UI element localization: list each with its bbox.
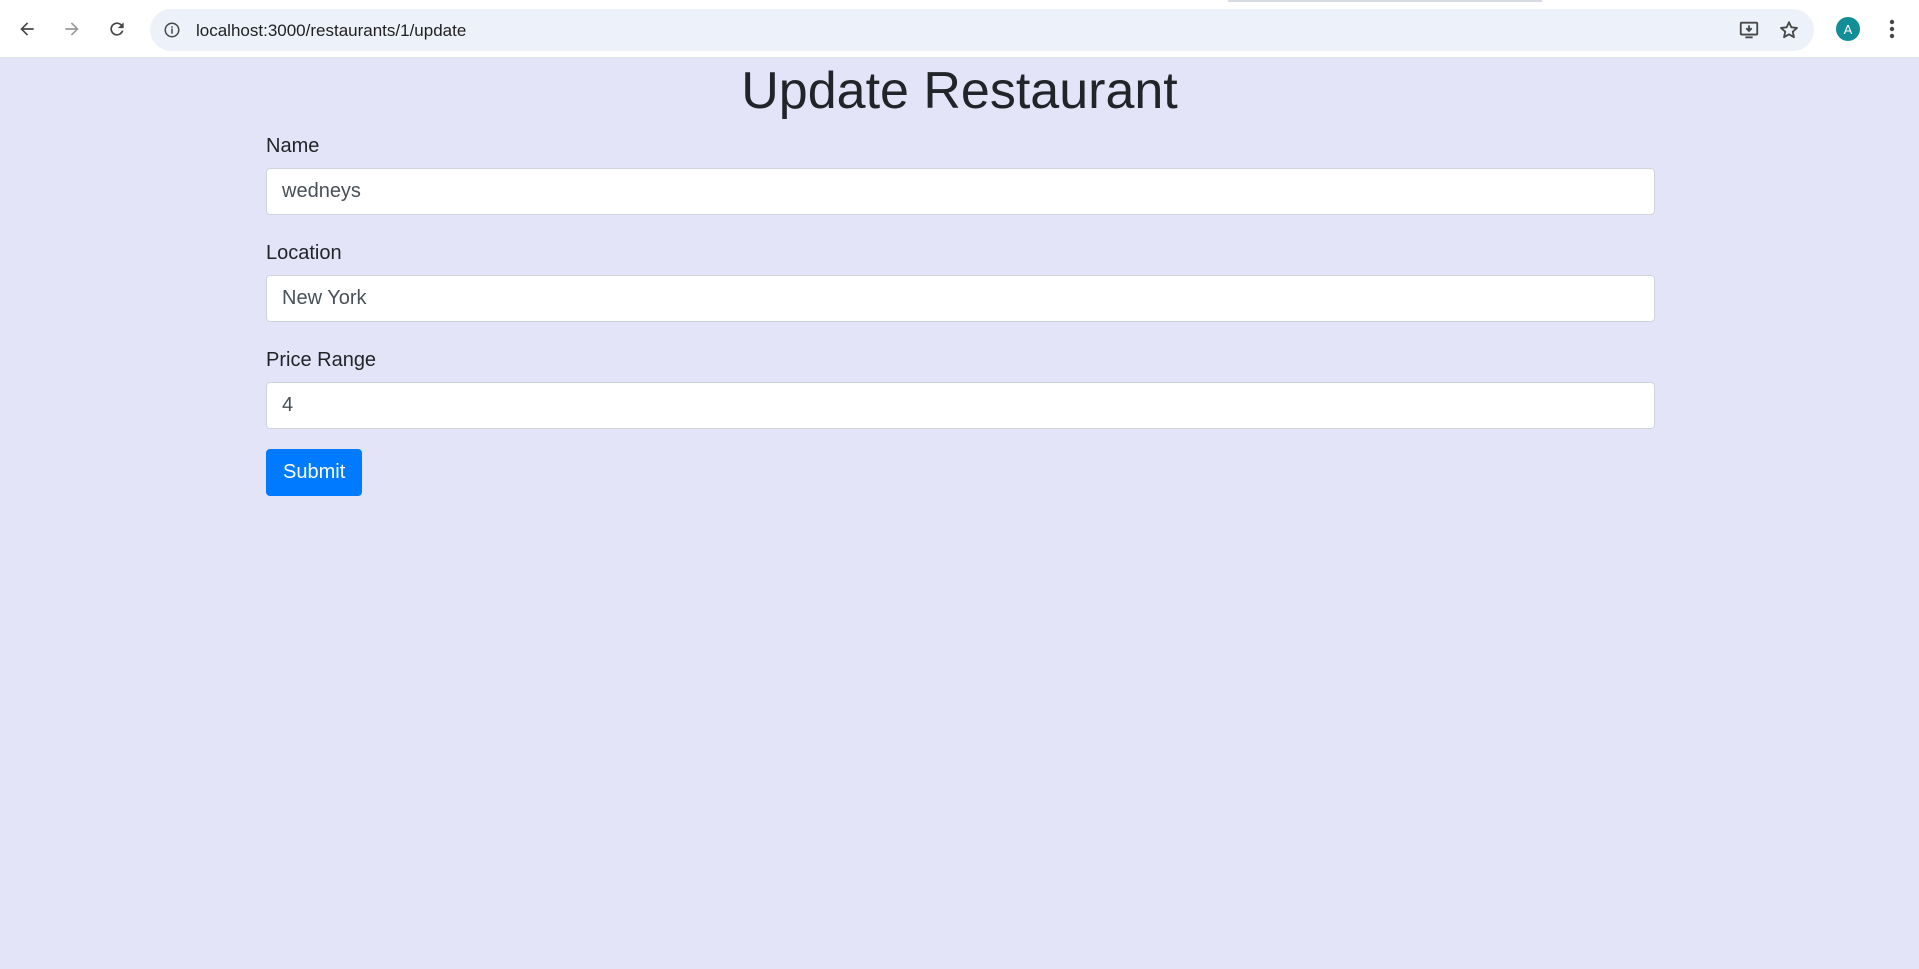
location-label: Location — [266, 242, 342, 264]
info-icon — [164, 22, 180, 38]
arrow-right-icon — [65, 22, 79, 36]
name-field-group: Name — [266, 130, 1655, 215]
tab-strip-indicator — [1228, 0, 1542, 2]
price-range-label: Price Range — [266, 349, 377, 371]
forward-button[interactable] — [55, 12, 89, 46]
page-title: Update Restaurant — [741, 62, 1178, 120]
update-restaurant-form: Name Location Price Range Submit — [266, 130, 1655, 496]
location-input[interactable] — [266, 275, 1655, 322]
url-text[interactable]: localhost:3000/restaurants/1/update — [196, 21, 466, 41]
reload-button[interactable] — [100, 12, 134, 46]
profile-avatar[interactable]: A — [1836, 17, 1860, 41]
arrow-left-icon — [20, 22, 34, 36]
name-input[interactable] — [266, 168, 1655, 215]
browser-toolbar: localhost:3000/restaurants/1/update A — [0, 0, 1919, 58]
price-range-input[interactable] — [266, 382, 1655, 429]
address-bar[interactable]: localhost:3000/restaurants/1/update — [150, 9, 1814, 51]
back-button[interactable] — [10, 12, 44, 46]
browser-menu-button[interactable] — [1880, 16, 1904, 42]
site-info-button[interactable] — [160, 18, 184, 42]
reload-icon — [110, 22, 124, 36]
price-range-field-group: Price Range — [266, 344, 1655, 429]
install-app-icon[interactable] — [1738, 19, 1760, 41]
submit-button[interactable]: Submit — [266, 449, 363, 496]
location-field-group: Location — [266, 237, 1655, 322]
kebab-menu-icon — [1889, 19, 1895, 39]
star-icon[interactable] — [1778, 19, 1800, 41]
name-label: Name — [266, 135, 320, 157]
